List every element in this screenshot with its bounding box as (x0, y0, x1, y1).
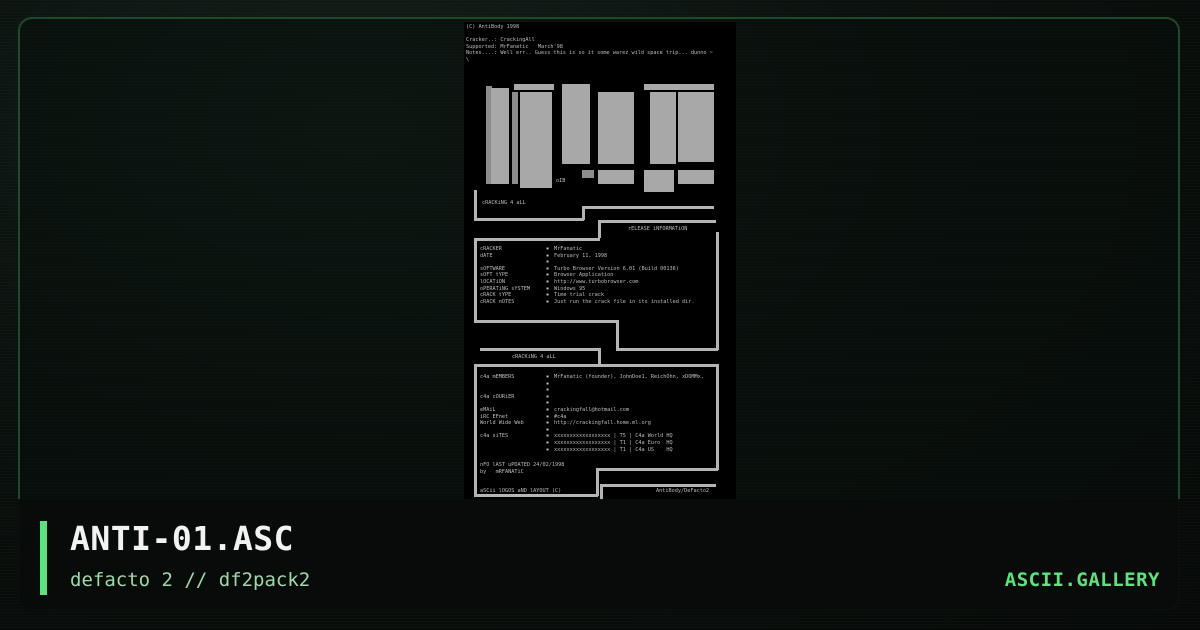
group-info-separator: ▪ (546, 400, 550, 407)
section-group-title: cRACKiNG 4 aLL (512, 354, 556, 360)
release-info-key: cRACKER (480, 246, 502, 252)
release-info-separator: ▪ (546, 292, 550, 299)
pack-subtitle: defacto 2 // df2pack2 (70, 569, 311, 591)
art-footer-left: aSCii lOGOS aND lAYOUT (C) (480, 488, 562, 494)
group-info-separator: ▪ (546, 407, 550, 413)
group-info-separator: ▪ (546, 393, 550, 400)
release-info-value: Just run the crack file in its installed… (554, 298, 695, 305)
release-info-value: Browser Application (554, 272, 614, 279)
release-info-separator: ▪ (546, 272, 550, 279)
release-info-separator: ▪ (546, 246, 550, 252)
release-info-value: Windows 95 (554, 285, 586, 292)
nfo-updated: nFO lAST uPDATED 24/02/1998 (480, 462, 565, 468)
section-release-title: rELEASE iNFORMATiON (628, 226, 688, 232)
group-info-key: c4a cOURiER (480, 393, 515, 400)
group-info-separator: ▪ (546, 433, 550, 440)
release-info-key: sOFTWARE (480, 265, 505, 272)
site-brand-link[interactable]: ASCII.GALLERY (1005, 569, 1160, 591)
release-info-separator: ▪ (546, 279, 550, 285)
group-info-separator: ▪ (546, 380, 550, 387)
group-info-key: iRC EFnet (480, 413, 509, 420)
group-tag: cRACKiNG 4 aLL (482, 200, 526, 206)
group-info-value: crackingfall@hotmail.com (554, 407, 629, 413)
group-info-separator: ▪ (546, 446, 550, 453)
group-info-separator: ▪ (546, 374, 550, 380)
release-info-key: sOFT tYPE (480, 272, 509, 279)
release-info-separator: ▪ (546, 298, 550, 305)
release-info-key: dATE (480, 252, 493, 259)
group-info-separator: ▪ (546, 420, 550, 427)
release-info-value: MrFanatic (554, 246, 583, 252)
release-info-key: cRACK tYPE (480, 292, 512, 299)
logo-tag: oIB (556, 178, 566, 184)
ascii-art-preview[interactable]: (C) AntiBody 1998 Cracker..: CrackingAll… (464, 22, 736, 500)
info-bar: ANTI-01.ASC defacto 2 // df2pack2 ASCII.… (18, 499, 1180, 611)
group-info-value: xxxxxxxxxxxxxxxxxx | T1 | C4a US HQ (554, 446, 673, 453)
group-info-key: World Wide Web (480, 420, 524, 427)
release-info-value: February 11, 1998 (554, 252, 608, 259)
release-info-key: oPERATiNG sYSTEM (480, 285, 530, 292)
release-info-value: Turbo Browser Version 6.01 (Build 00136) (554, 265, 679, 272)
group-info-value: MrFanatic (founder), JohnDoe1, ReichOhn,… (554, 374, 704, 380)
group-info-value: xxxxxxxxxxxxxxxxxx | T1 | C4a Euro HQ (554, 440, 673, 446)
group-info-separator: ▪ (546, 440, 550, 446)
release-info-key: lOCATiON (480, 279, 505, 285)
group-info-separator: ▪ (546, 426, 550, 433)
group-info-separator: ▪ (546, 387, 550, 394)
art-header: (C) AntiBody 1998 Cracker..: CrackingAll… (466, 24, 713, 63)
release-info-value: http://www.turbobrowser.com (554, 279, 639, 285)
nfo-by: by mRFANATiC (480, 469, 524, 475)
accent-bar (40, 521, 47, 595)
group-info-key: eMAiL (480, 407, 496, 413)
release-info-value: Time trial crack (554, 292, 604, 299)
art-footer-right: AntiBody/DeFacto2 (656, 488, 710, 494)
release-info-separator: ▪ (546, 285, 550, 292)
file-title: ANTI-01.ASC (70, 519, 295, 558)
group-info-separator: ▪ (546, 413, 550, 420)
group-info-value: xxxxxxxxxxxxxxxxxx | T5 | C4a World HQ (554, 433, 673, 440)
release-info-separator: ▪ (546, 265, 550, 272)
release-info-key: cRACK nOTES (480, 298, 515, 305)
group-info-value: #c4a (554, 413, 567, 420)
release-info-separator: ▪ (546, 252, 550, 259)
group-info-key: c4a siTES (480, 433, 509, 440)
group-info-value: http://crackingfall.home.ml.org (554, 420, 651, 427)
group-info-key: c4a mEMBERS (480, 374, 515, 380)
release-info-separator: ▪ (546, 259, 550, 266)
